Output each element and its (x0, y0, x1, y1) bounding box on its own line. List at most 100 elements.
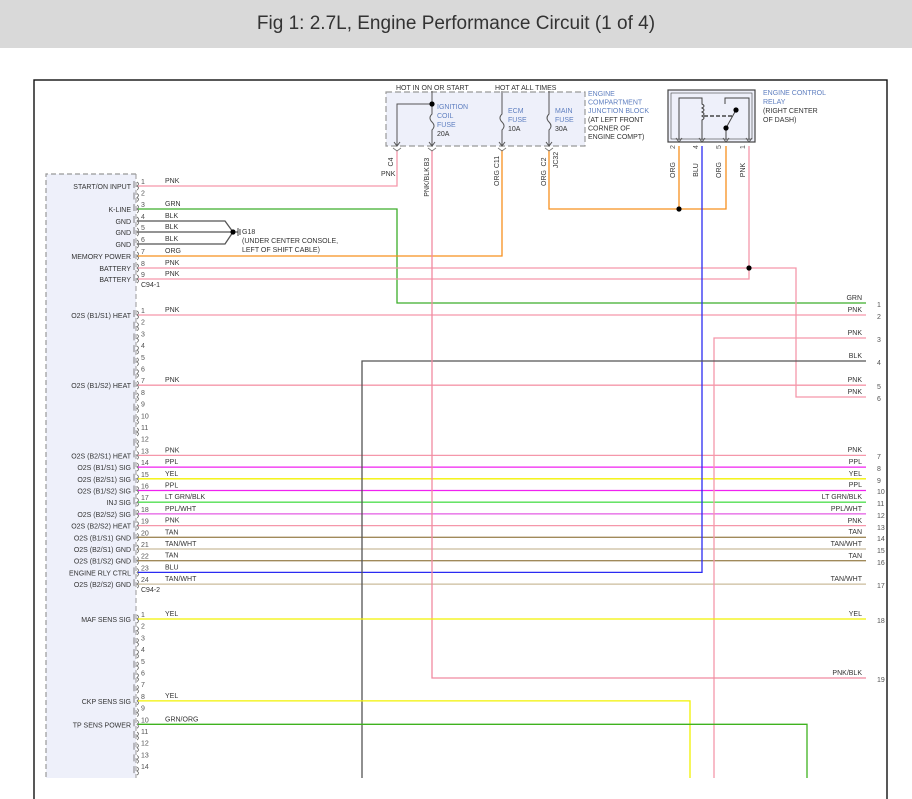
terminal-wire-label: PNK (381, 171, 396, 178)
right-wire-color-label: PNK (848, 518, 863, 525)
right-connector-pin-number: 3 (877, 337, 881, 344)
right-wire-color-label: TAN (849, 529, 862, 536)
terminal-id-label: C2 (541, 157, 548, 166)
wiring-diagram: 1START/ON INPUTPNK23K-LINEGRN4GNDBLK5GND… (33, 79, 888, 799)
right-connector-pin-number: 13 (877, 525, 885, 532)
wire-color-label: PNK (165, 260, 180, 267)
junction-block-location: CORNER OF (588, 126, 630, 133)
pin-function-label: O2S (B1/S1) GND (74, 535, 131, 542)
pin-number: 14 (141, 460, 149, 467)
pin-number: 23 (141, 565, 149, 572)
pin-number: 4 (141, 647, 145, 654)
pin-number: 15 (141, 472, 149, 479)
pin-number: 6 (141, 671, 145, 678)
fuse-name-label: ECM (508, 108, 524, 115)
pin-function-label: CKP SENS SIG (82, 699, 131, 706)
pin-number: 9 (141, 402, 145, 409)
right-wire-color-label: PPL/WHT (831, 506, 863, 513)
pin-function-label: O2S (B2/S1) GND (74, 547, 131, 554)
pin-number: 2 (141, 191, 145, 198)
wire-color-label: PNK (165, 377, 180, 384)
pin-function-label: O2S (B1/S1) SIG (77, 465, 131, 472)
terminal-chevron-icon (427, 147, 437, 152)
right-connector-pin-number: 5 (877, 384, 881, 391)
pin-number: 2 (141, 320, 145, 327)
pin-number: 5 (141, 659, 145, 666)
diagram-frame (33, 79, 888, 799)
relay-wire-label: ORG (670, 162, 677, 178)
pin-function-label: TP SENS POWER (73, 722, 131, 729)
wire-engine-relay-ctrl (138, 146, 703, 574)
splice-dot (676, 206, 682, 212)
right-connector-pin-number: 12 (877, 513, 885, 520)
pin-function-label: MAF SENS SIG (81, 617, 131, 624)
relay-pin-number: 5 (716, 145, 723, 149)
pin-function-label: BATTERY (99, 277, 131, 284)
right-wire-color-label: BLK (849, 353, 863, 360)
junction-block-name: COMPARTMENT (588, 100, 643, 107)
pin-number: 24 (141, 577, 149, 584)
pin-function-label: O2S (B1/S2) GND (74, 559, 131, 566)
junction-connector-id: JC32 (553, 152, 560, 168)
hot-at-all-times-label: HOT AT ALL TIMES (495, 85, 557, 92)
wire-gnd-6 (138, 231, 234, 245)
fuse-name-label: IGNITION (437, 104, 468, 111)
wire-color-label: TAN/WHT (165, 541, 197, 548)
wire-color-label: PNK (165, 178, 180, 185)
right-wire-color-label: TAN/WHT (831, 541, 863, 548)
right-wire-color-label: YEL (849, 611, 862, 618)
terminal-chevron-icon (497, 147, 507, 152)
right-connector-pin-number: 1 (877, 302, 881, 309)
wire-color-label: YEL (165, 611, 178, 618)
wire-right-3 (713, 337, 866, 778)
fuse-rating-label: 30A (555, 126, 568, 133)
wire-color-label: YEL (165, 471, 178, 478)
relay-pin-number: 1 (740, 145, 747, 149)
junction-block-name: JUNCTION BLOCK (588, 108, 649, 115)
terminal-id-label: B3 (424, 158, 431, 167)
right-connector-pin-number: 6 (877, 396, 881, 403)
pin-number: 13 (141, 752, 149, 759)
fuse-rating-label: 20A (437, 131, 450, 138)
pin-function-label: O2S (B2/S2) SIG (77, 512, 131, 519)
wire-tp-sens-power (138, 723, 808, 778)
wire-color-label: PPL (165, 459, 178, 466)
pin-number: 6 (141, 237, 145, 244)
pin-number: 11 (141, 425, 148, 432)
right-connector-pin-number: 14 (877, 536, 885, 543)
hot-in-on-or-start-label: HOT IN ON OR START (396, 85, 469, 92)
wire-color-label: PNK (165, 447, 180, 454)
relay-pin-number: 4 (693, 145, 700, 149)
pin-function-label: INJ SIG (106, 500, 131, 507)
pin-number: 17 (141, 495, 149, 502)
wire-color-label: GRN/ORG (165, 716, 198, 723)
ground-location-label: LEFT OF SHIFT CABLE) (242, 247, 320, 254)
terminal-chevron-icon (392, 147, 402, 152)
pin-number: 1 (141, 179, 145, 186)
right-wire-color-label: YEL (849, 471, 862, 478)
right-connector-pin-number: 9 (877, 478, 881, 485)
right-connector-pin-number: 8 (877, 466, 881, 473)
pin-number: 1 (141, 308, 145, 315)
right-connector-pin-number: 17 (877, 583, 885, 590)
wire-color-label: LT GRN/BLK (165, 494, 206, 501)
wire-color-label: PNK (165, 271, 180, 278)
pin-number: 10 (141, 413, 149, 420)
right-connector-pin-number: 19 (877, 677, 885, 684)
splice-dot (429, 101, 435, 107)
wire-color-label: BLK (165, 236, 179, 243)
pin-number: 13 (141, 448, 149, 455)
wire-color-label: TAN (165, 553, 178, 560)
pin-number: 7 (141, 249, 145, 256)
right-connector-pin-number: 7 (877, 454, 881, 461)
junction-block-name: ENGINE (588, 91, 615, 98)
terminal-wire-label: PNK/BLK (424, 167, 431, 197)
right-wire-color-label: TAN/WHT (831, 576, 863, 583)
pin-number: 12 (141, 437, 149, 444)
pin-number: 3 (141, 331, 145, 338)
connector-id-label: C94-2 (141, 587, 160, 594)
connector-id-label: C94-1 (141, 282, 160, 289)
relay-wire-label: PNK (740, 162, 747, 177)
pin-number: 3 (141, 202, 145, 209)
right-wire-color-label: PNK/BLK (832, 670, 862, 677)
